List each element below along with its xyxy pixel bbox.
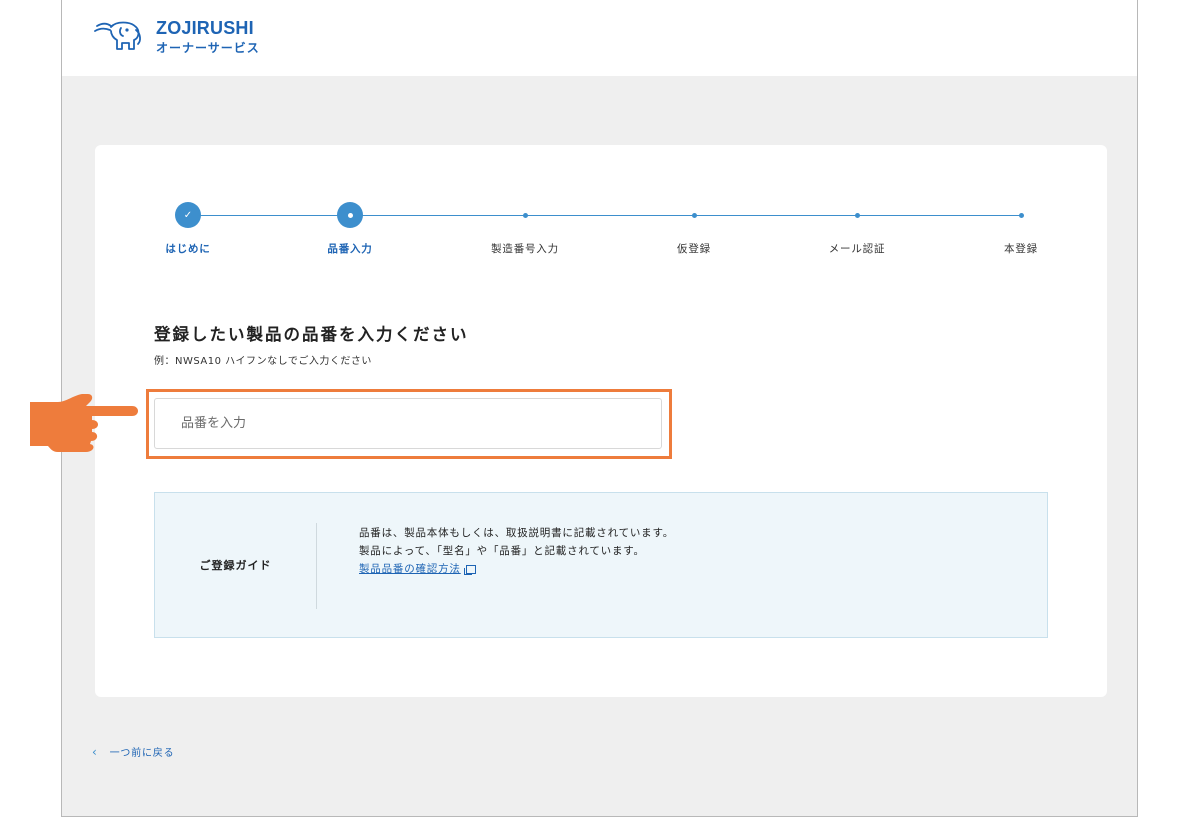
check-icon: ✓ — [175, 202, 201, 228]
elephant-logo-icon — [94, 21, 141, 50]
registration-card: ✓ はじめに 品番入力 製造番号入力 仮登録 メール認証 本登録 登録したい製品… — [95, 145, 1107, 697]
step-model-number: 品番入力 — [290, 202, 410, 256]
guide-divider — [316, 523, 317, 609]
registration-guide: ご登録ガイド 品番は、製品本体もしくは、取扱説明書に記載されています。 製品によ… — [154, 492, 1048, 638]
guide-text-2: 製品によって、「型名」や「品番」と記載されています。 — [359, 545, 645, 557]
chevron-left-icon: ‹ — [92, 744, 98, 759]
step-label: 本登録 — [1004, 243, 1038, 255]
brand-logo[interactable]: ZOJIRUSHI オーナーサービス — [94, 18, 260, 56]
current-step-indicator — [337, 202, 363, 228]
header: ZOJIRUSHI オーナーサービス — [62, 0, 1137, 76]
app-frame: ZOJIRUSHI オーナーサービス ✓ はじめに 品番入力 製造番号入力 仮登… — [61, 0, 1138, 817]
step-label: 製造番号入力 — [491, 243, 559, 255]
step-serial-number: 製造番号入力 — [465, 203, 585, 256]
input-hint: 例：NWSA10 ハイフンなしでご入力ください — [154, 356, 372, 367]
page-title: 登録したい製品の品番を入力ください — [154, 325, 469, 344]
model-number-help-link[interactable]: 製品品番の確認方法 — [359, 563, 461, 575]
step-label: 仮登録 — [677, 243, 711, 255]
step-intro: ✓ はじめに — [128, 202, 248, 256]
guide-body: 品番は、製品本体もしくは、取扱説明書に記載されています。 製品によって、「型名」… — [359, 524, 699, 578]
step-label: メール認証 — [828, 243, 886, 255]
progress-stepper: ✓ はじめに 品番入力 製造番号入力 仮登録 メール認証 本登録 — [95, 145, 1107, 265]
brand-subtitle: オーナーサービス — [156, 41, 260, 55]
step-dot — [522, 212, 528, 218]
step-label: 品番入力 — [327, 243, 373, 255]
back-link[interactable]: ‹ 一つ前に戻る — [92, 744, 175, 760]
step-dot — [1018, 212, 1024, 218]
step-dot — [854, 212, 860, 218]
brand-text: ZOJIRUSHI オーナーサービス — [156, 18, 260, 56]
pointing-hand-icon — [30, 394, 138, 452]
guide-title: ご登録ガイド — [199, 559, 272, 572]
guide-text-1: 品番は、製品本体もしくは、取扱説明書に記載されています。 — [359, 527, 675, 539]
step-dot — [691, 212, 697, 218]
back-label: 一つ前に戻る — [109, 748, 175, 759]
step-final-registration: 本登録 — [961, 203, 1081, 256]
brand-name: ZOJIRUSHI — [156, 18, 254, 38]
step-label: はじめに — [165, 243, 211, 255]
step-email-verification: メール認証 — [797, 203, 917, 256]
model-number-input[interactable] — [154, 398, 662, 449]
step-temporary-registration: 仮登録 — [634, 203, 754, 256]
guide-link-row: 製品品番の確認方法 — [359, 560, 699, 578]
external-window-icon — [463, 564, 476, 575]
